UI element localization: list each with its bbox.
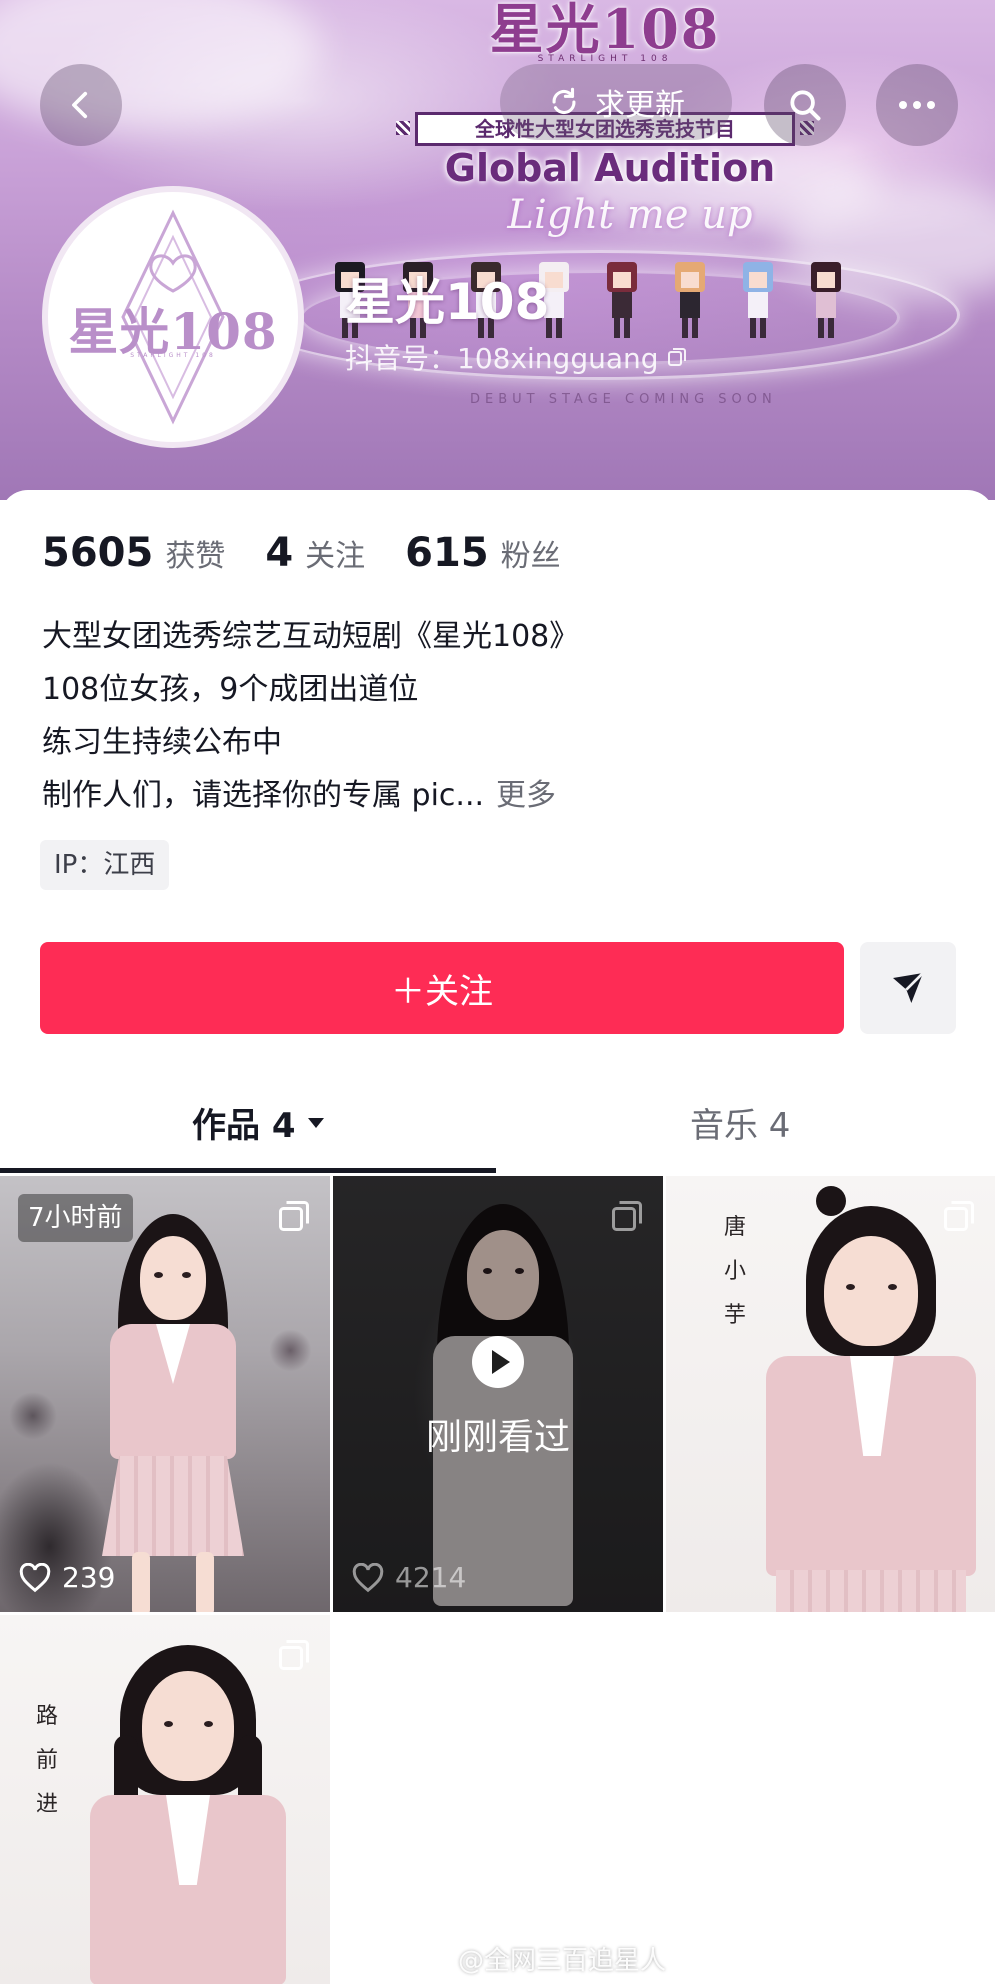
share-button[interactable] <box>860 942 956 1034</box>
stat-value: 4 <box>265 530 294 576</box>
tab-works[interactable]: 作品 4 <box>192 1098 326 1147</box>
video-thumbnail[interactable]: 唐小芋 <box>666 1176 995 1612</box>
tab-works-label: 作品 4 <box>192 1106 296 1146</box>
bio-more-link[interactable]: 更多 <box>496 778 556 813</box>
heart-icon <box>19 1562 51 1592</box>
recently-watched-label: 刚刚看过 <box>425 1417 570 1458</box>
pixel-character <box>738 262 778 340</box>
request-update-label: 求更新 <box>595 88 685 123</box>
search-button[interactable] <box>764 64 846 146</box>
active-tab-indicator <box>0 1168 496 1173</box>
stat-followers[interactable]: 615 粉丝 <box>405 530 561 576</box>
like-count-value: 4214 <box>395 1561 467 1594</box>
multi-image-icon <box>944 1201 974 1231</box>
video-thumbnail[interactable]: 刚刚看过 4214 <box>333 1176 663 1612</box>
bio-line: 108位女孩，9个成团出道位 <box>42 672 419 707</box>
stat-label: 获赞 <box>165 539 226 574</box>
follow-button[interactable]: ＋关注 <box>40 942 844 1034</box>
douyin-id-text: 抖音号：108xingguang <box>345 342 659 375</box>
send-icon <box>893 972 924 1003</box>
stat-label: 关注 <box>305 539 366 574</box>
ip-location-tag: IP：江西 <box>40 840 170 890</box>
stat-label: 粉丝 <box>500 539 561 574</box>
video-thumbnail-figure <box>746 1186 995 1612</box>
weibo-watermark: @全网三百追星人 <box>420 1940 666 1977</box>
request-update-button[interactable]: 求更新 <box>500 64 732 140</box>
douyin-id[interactable]: 抖音号：108xingguang <box>345 337 689 377</box>
stat-following[interactable]: 4 关注 <box>265 530 365 576</box>
copy-icon <box>667 348 686 366</box>
more-button[interactable] <box>876 64 958 146</box>
video-thumbnail-figure <box>60 1196 280 1612</box>
trainee-name: 唐小芋 <box>723 1215 746 1328</box>
multi-image-icon <box>612 1201 642 1231</box>
trainee-name: 路前进 <box>35 1704 58 1817</box>
multi-image-icon <box>279 1201 309 1231</box>
tab-music[interactable]: 音乐 4 <box>690 1098 790 1147</box>
stat-likes[interactable]: 5605 获赞 <box>42 530 225 576</box>
video-thumbnail[interactable]: 7小时前 239 <box>0 1176 330 1612</box>
profile-stats: 5605 获赞 4 关注 615 粉丝 <box>42 530 601 576</box>
avatar[interactable]: 星光108 STARLIGHT 108 <box>42 186 304 448</box>
profile-nickname: 星光108 <box>345 273 550 331</box>
stat-value: 5605 <box>42 530 154 576</box>
tab-music-label: 音乐 4 <box>690 1106 791 1146</box>
weibo-icon <box>421 1948 449 1971</box>
chevron-left-icon <box>72 91 88 119</box>
bio-line-text: 制作人们，请选择你的专属 pic... <box>42 778 485 813</box>
bio-line: 大型女团选秀综艺互动短剧《星光108》 <box>42 619 580 654</box>
more-dots-icon <box>899 101 935 109</box>
show-logo: 星光108 STARLIGHT 108 <box>470 0 740 64</box>
search-icon <box>790 90 821 121</box>
post-time-badge: 7小时前 <box>18 1194 133 1242</box>
like-count: 239 <box>18 1561 115 1594</box>
video-thumbnail[interactable]: 路前进 <box>0 1615 330 1984</box>
like-count-value: 239 <box>62 1561 116 1594</box>
show-script: Light me up <box>507 192 753 238</box>
watermark-text: @全网三百追星人 <box>458 1946 667 1976</box>
show-headline: Global Audition <box>444 146 776 190</box>
debut-text: DEBUT STAGE COMING SOON <box>470 392 777 407</box>
avatar-logo-sub: STARLIGHT 108 <box>130 352 216 359</box>
pixel-character <box>806 262 846 340</box>
profile-bio: 大型女团选秀综艺互动短剧《星光108》 108位女孩，9个成团出道位 练习生持续… <box>42 610 579 822</box>
back-button[interactable] <box>40 64 122 146</box>
seen-overlay <box>333 1176 663 1612</box>
play-icon <box>472 1336 524 1388</box>
refresh-icon <box>552 87 576 115</box>
show-logo-text: 星光108 <box>489 0 721 61</box>
pixel-character <box>602 262 642 340</box>
bio-line: 练习生持续公布中 <box>42 725 282 760</box>
stat-value: 615 <box>405 530 489 576</box>
bio-line-last: 制作人们，请选择你的专属 pic... 更多 <box>42 769 579 822</box>
multi-image-icon <box>279 1640 309 1670</box>
video-thumbnail-figure <box>70 1625 320 1984</box>
heart-icon <box>352 1562 384 1592</box>
caret-down-icon <box>307 1117 324 1128</box>
pixel-character <box>670 262 710 340</box>
like-count: 4214 <box>351 1561 466 1594</box>
